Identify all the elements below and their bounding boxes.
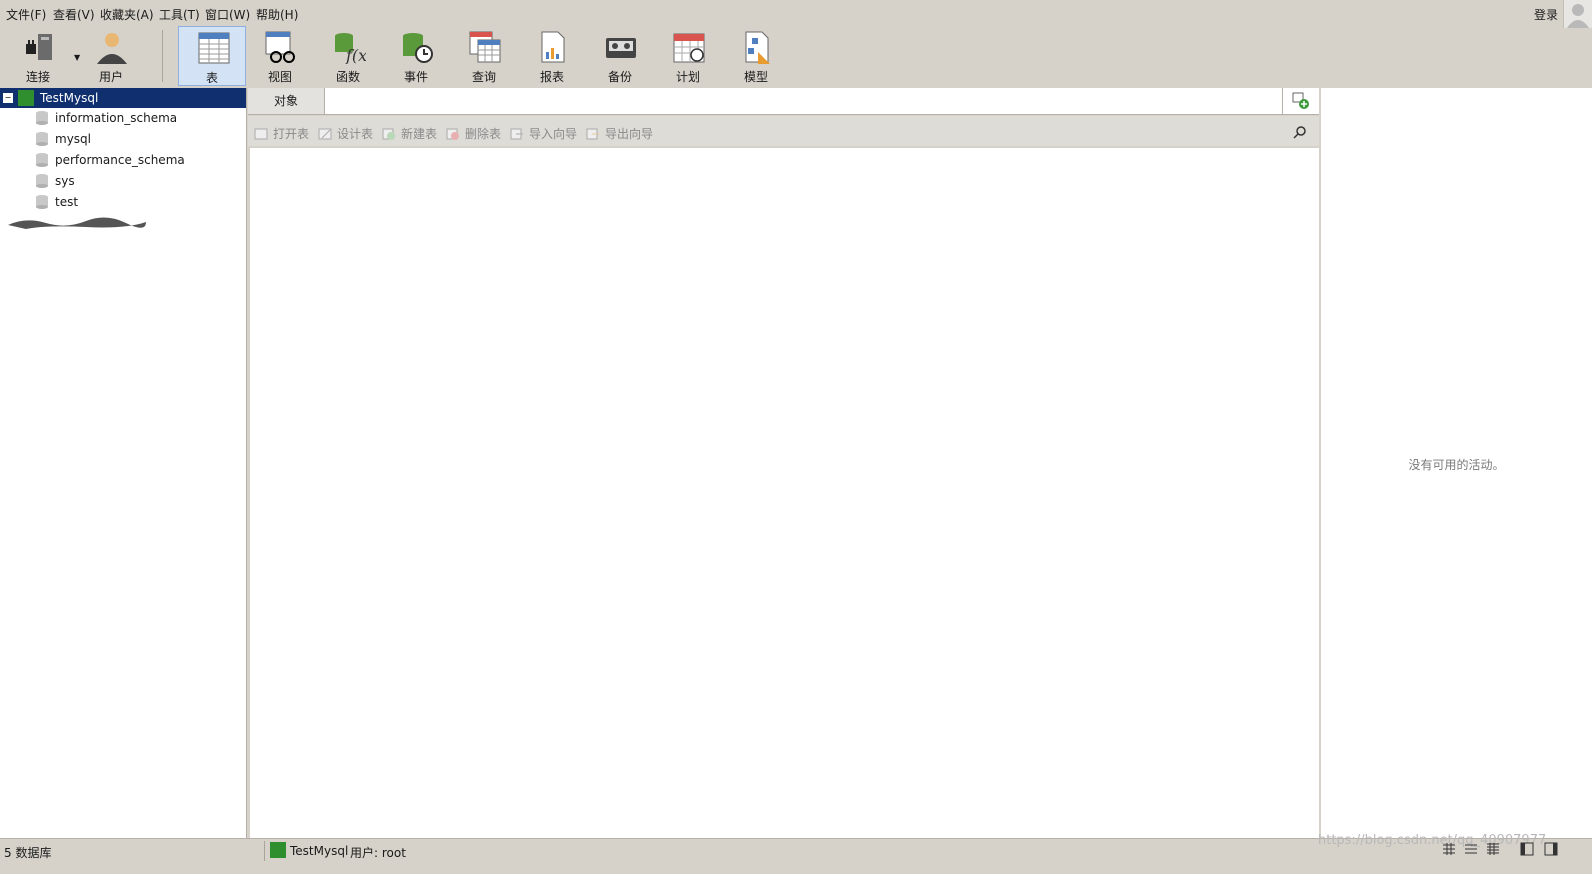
import-wizard-button[interactable]: 导入向导 <box>510 125 577 142</box>
database-icon <box>36 174 48 188</box>
status-bar: 5 数据库 TestMysql 用户: root https://blog.cs… <box>0 833 1592 874</box>
status-connection: TestMysql <box>290 844 349 858</box>
plug-icon <box>26 34 52 60</box>
report-button[interactable]: 报表 <box>518 26 586 86</box>
function-button[interactable]: f(x) 函数 <box>314 26 382 86</box>
design-table-button[interactable]: 设计表 <box>318 125 373 142</box>
event-button[interactable]: 事件 <box>382 26 450 86</box>
tree-database-item[interactable]: performance_schema <box>0 150 246 170</box>
tree-database-item[interactable]: information_schema <box>0 108 246 128</box>
query-icon <box>469 31 501 63</box>
new-tab-button[interactable] <box>1282 88 1319 114</box>
mysql-connection-icon <box>270 842 286 858</box>
connect-button[interactable]: 连接 ▼ <box>4 26 80 86</box>
menu-window[interactable]: 窗口(W) <box>205 6 250 23</box>
detail-view-icon[interactable] <box>1486 842 1500 856</box>
function-icon: f(x) <box>335 33 366 64</box>
open-table-button[interactable]: 打开表 <box>254 125 309 142</box>
object-tab-bar: 对象 <box>248 88 1319 115</box>
grid-view-icon[interactable] <box>1442 842 1456 856</box>
database-icon <box>36 153 48 167</box>
user-avatar-icon <box>1567 4 1589 28</box>
model-icon <box>745 31 770 64</box>
tab-objects[interactable]: 对象 <box>248 88 325 114</box>
no-activity-text: 没有可用的活动。 <box>1408 458 1505 472</box>
view-glasses-icon <box>265 31 295 63</box>
report-icon <box>541 31 565 63</box>
status-divider <box>264 841 265 861</box>
query-button[interactable]: 查询 <box>450 26 518 86</box>
activity-panel: 没有可用的活动。 <box>1321 88 1592 838</box>
menu-favorites[interactable]: 收藏夹(A) <box>100 6 154 23</box>
list-view-icon[interactable] <box>1464 842 1478 856</box>
search-icon[interactable] <box>1293 125 1307 139</box>
view-button[interactable]: 视图 <box>246 26 314 86</box>
model-button[interactable]: 模型 <box>722 26 790 86</box>
toolbar-separator <box>162 30 163 82</box>
schedule-button[interactable]: 计划 <box>654 26 722 86</box>
table-icon <box>198 32 230 64</box>
menu-help[interactable]: 帮助(H) <box>256 6 298 23</box>
open-table-icon <box>254 128 268 140</box>
svg-text:f(x): f(x) <box>345 46 366 64</box>
user-icon <box>97 33 127 64</box>
menu-tools[interactable]: 工具(T) <box>159 6 200 23</box>
left-panel-toggle-icon[interactable] <box>1520 842 1534 856</box>
schedule-icon <box>673 33 705 63</box>
delete-table-button[interactable]: 删除表 <box>446 125 501 142</box>
main-toolbar: 连接 ▼ 用户 表 视图 f(x) 函数 事件 <box>0 26 1592 88</box>
status-user: 用户: root <box>350 846 406 860</box>
tree-connection-node[interactable]: − TestMysql <box>0 88 246 108</box>
tree-database-item[interactable]: test <box>0 192 246 212</box>
mysql-connection-icon <box>18 90 34 106</box>
connection-tree: − TestMysql information_schema mysql per… <box>0 88 247 838</box>
database-icon <box>36 111 48 125</box>
menu-view[interactable]: 查看(V) <box>53 6 95 23</box>
new-table-icon <box>382 128 395 140</box>
backup-button[interactable]: 备份 <box>586 26 654 86</box>
database-count: 5 数据库 <box>4 846 52 860</box>
watermark-text: https://blog.csdn.net/qq_40907977 <box>1318 833 1547 848</box>
export-icon <box>586 128 599 140</box>
export-wizard-button[interactable]: 导出向导 <box>586 125 653 142</box>
database-icon <box>36 195 48 209</box>
table-button[interactable]: 表 <box>178 26 246 86</box>
design-table-icon <box>318 128 332 140</box>
right-panel-toggle-icon[interactable] <box>1544 842 1558 856</box>
event-clock-icon <box>403 33 433 63</box>
object-toolbar: 打开表 设计表 新建表 删除表 导入向导 导出向导 <box>248 116 1319 146</box>
redaction-scribble <box>8 217 146 229</box>
backup-icon <box>606 38 636 58</box>
avatar[interactable] <box>1563 0 1592 28</box>
database-icon <box>36 132 48 146</box>
add-tab-icon <box>1292 92 1309 109</box>
user-button[interactable]: 用户 <box>77 26 145 86</box>
menu-file[interactable]: 文件(F) <box>6 6 46 23</box>
login-link[interactable]: 登录 <box>1534 6 1558 23</box>
object-list-area[interactable] <box>250 148 1319 838</box>
menu-bar: 文件(F) 查看(V) 收藏夹(A) 工具(T) 窗口(W) 帮助(H) 登录 <box>0 0 1592 28</box>
new-table-button[interactable]: 新建表 <box>382 125 437 142</box>
import-icon <box>510 128 523 140</box>
collapse-icon[interactable]: − <box>3 93 13 103</box>
tree-database-item[interactable]: mysql <box>0 129 246 149</box>
tree-database-item[interactable]: sys <box>0 171 246 191</box>
delete-table-icon <box>446 128 459 140</box>
